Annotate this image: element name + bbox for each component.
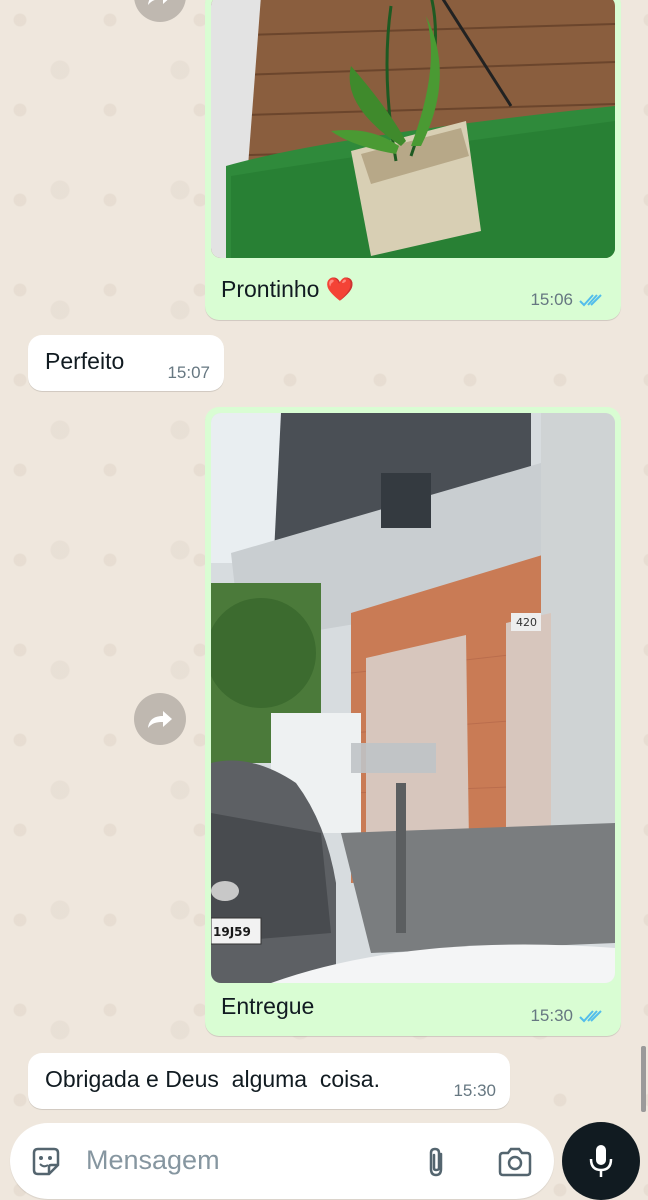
license-plate: 19J59 <box>213 925 251 939</box>
double-check-icon <box>579 1010 602 1023</box>
camera-icon <box>498 1147 532 1177</box>
sticker-button[interactable] <box>26 1142 66 1182</box>
message-time: 15:30 <box>453 1081 496 1100</box>
camera-button[interactable] <box>494 1142 536 1182</box>
message-time: 15:07 <box>167 363 210 382</box>
forward-icon <box>148 711 172 728</box>
attach-button[interactable] <box>416 1142 456 1182</box>
incoming-text-message[interactable]: Perfeito 15:07 <box>28 335 224 391</box>
sticker-icon <box>32 1147 60 1176</box>
message-meta: 15:30 <box>530 1006 605 1026</box>
house-photo[interactable]: 420 19J59 <box>211 413 615 983</box>
double-check-icon <box>579 294 602 307</box>
forward-icon <box>148 0 168 5</box>
voice-message-button[interactable] <box>562 1122 640 1200</box>
message-composer[interactable]: Mensagem <box>10 1123 554 1199</box>
outgoing-image-message[interactable]: 420 19J59 Entregue 15:30 <box>205 407 621 1036</box>
message-meta: 15:06 <box>530 290 605 310</box>
message-text: Obrigada e Deus alguma coisa. <box>45 1066 380 1092</box>
heart-emoji: ❤️ <box>325 277 355 303</box>
scrollbar[interactable] <box>641 1046 646 1112</box>
message-time: 15:06 <box>530 290 573 309</box>
orchid-photo[interactable] <box>211 0 615 258</box>
house-number: 420 <box>516 616 537 629</box>
attach-icon <box>429 1147 443 1177</box>
forward-button[interactable] <box>134 693 186 745</box>
incoming-text-message[interactable]: Obrigada e Deus alguma coisa. 15:30 <box>28 1053 510 1109</box>
message-input[interactable]: Mensagem <box>86 1145 220 1176</box>
message-text: Perfeito <box>45 348 125 374</box>
mic-icon <box>589 1145 613 1177</box>
message-time: 15:30 <box>530 1006 573 1025</box>
outgoing-image-message[interactable]: Prontinho ❤️ 15:06 <box>205 0 621 320</box>
